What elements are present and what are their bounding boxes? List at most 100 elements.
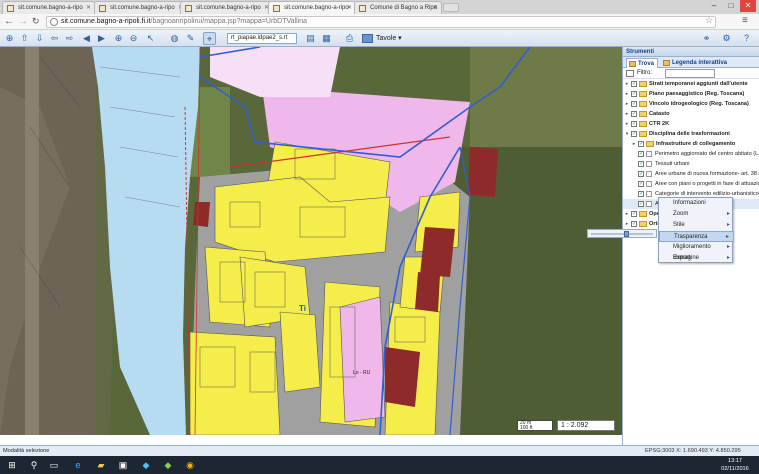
bookmark-star-icon[interactable]: ☆ [705,15,713,26]
tree-row[interactable]: ▾ ✓ Disciplina delle trasformazioni [623,129,759,139]
tab-close-icon[interactable]: ✕ [86,2,91,14]
expand-icon[interactable]: ▸ [624,81,630,87]
scale-input[interactable]: 1 : 2.092 [557,420,615,431]
expand-icon[interactable]: ▸ [624,121,630,127]
tree-row[interactable]: ▸ ✓ CTR 2K [623,119,759,129]
collapse-icon[interactable]: ▾ [624,131,630,137]
browser-tab-3[interactable]: sit.comune.bagno-a-ripo ✕ [180,1,273,14]
checkbox[interactable]: ✓ [631,91,637,97]
expand-icon[interactable]: ▸ [624,91,630,97]
tree-row[interactable]: ▸ ✓ Strati temporanei aggiunti dall'utente [623,79,759,89]
maximize-button[interactable]: □ [723,0,739,12]
app-icon[interactable]: ◆ [140,459,152,471]
chrome-menu-icon[interactable]: ≡ [742,15,748,26]
checkbox[interactable]: ✓ [631,101,637,107]
filter-icon[interactable]: ▦ [320,32,333,45]
tavole-menu[interactable]: Tavole ▾ [362,33,402,44]
tree-row[interactable]: ✓ Aree urbane di nuova formazione- art. 3… [623,169,759,179]
search-icon[interactable]: ⚲ [28,459,40,471]
link-icon[interactable]: ⚭ [700,32,713,45]
store-icon[interactable]: ▣ [117,459,129,471]
chrome-icon[interactable]: ◉ [184,459,196,471]
back-icon[interactable]: ← [4,15,14,28]
new-tab-button[interactable] [443,3,459,12]
zoom-previous-icon[interactable]: ◀ [80,32,93,45]
tab-close-icon[interactable]: ✕ [433,2,438,14]
page-info-icon[interactable] [50,18,58,26]
expand-icon[interactable]: ▸ [624,101,630,107]
tab-trova[interactable]: Trova [626,58,659,68]
browser-tab-5[interactable]: Comune di Bagno a Ripo ✕ [354,1,442,14]
select-arrow-icon[interactable]: ↖ [144,32,157,45]
app-icon[interactable]: ◆ [162,459,174,471]
pan-right-icon[interactable]: ⇨ [63,32,76,45]
zoom-next-icon[interactable]: ▶ [95,32,108,45]
filter-input[interactable] [665,69,715,78]
checkbox[interactable]: ✓ [638,201,644,207]
pan-down-icon[interactable]: ⇩ [33,32,46,45]
checkbox[interactable]: ✓ [638,141,644,147]
checkbox[interactable]: ✓ [638,171,644,177]
menu-item-export[interactable]: Export ▸ [659,253,734,264]
menu-item-stile[interactable]: Stile ▸ [659,220,734,231]
reload-icon[interactable]: ↻ [32,15,40,28]
checkbox[interactable]: ✓ [631,121,637,127]
query-icon[interactable]: ▤ [304,32,317,45]
print-icon[interactable]: ⎙ [343,32,356,45]
slider-thumb[interactable] [624,231,629,237]
help-icon[interactable]: ? [740,32,753,45]
transparency-slider[interactable] [587,229,657,238]
tab-legenda[interactable]: Legenda interattiva [661,58,727,68]
close-window-button[interactable]: ✕ [740,0,756,12]
measure-icon[interactable]: ✎ [184,32,197,45]
checkbox[interactable]: ✓ [638,161,644,167]
checkbox[interactable]: ✓ [631,81,637,87]
zoom-out-icon[interactable]: ⊖ [127,32,140,45]
expand-icon[interactable]: ▸ [624,211,630,217]
identify-icon[interactable]: ⌖ [203,32,216,45]
forward-icon[interactable]: → [18,15,28,28]
menu-item-zoom[interactable]: Zoom ▸ [659,209,734,220]
start-icon[interactable]: ⊞ [6,459,18,471]
layer-select[interactable]: rt_piapae.idpae2_s.rt [227,33,297,44]
expand-icon[interactable]: ▸ [631,141,637,147]
checkbox[interactable]: ✓ [638,191,644,197]
globe-icon[interactable]: ◍ [168,32,181,45]
menu-item-informazioni[interactable]: Informazioni [659,198,734,209]
panel-title: Strumenti [623,47,759,57]
tree-row[interactable]: ▸ ✓ Vincolo idrogeologico (Reg. Toscana) [623,99,759,109]
checkbox[interactable]: ✓ [631,211,637,217]
full-extent-icon[interactable]: ⊕ [3,32,16,45]
checkbox[interactable]: ✓ [631,131,637,137]
map-canvas[interactable]: Ti Lo - RU 20 m 100 ft 1 : 2.092 [0,47,622,435]
tree-row[interactable]: ▸ ✓ Catasto [623,109,759,119]
file-explorer-icon[interactable]: ▰ [95,459,107,471]
tree-row[interactable]: ✓ Perimetro aggiornato del centro abitato… [623,149,759,159]
menu-item-trasparenza[interactable]: Trasparenza ▸ [659,231,734,242]
zoom-in-icon[interactable]: ⊕ [112,32,125,45]
browser-tab-1[interactable]: sit.comune.bagno-a-ripo ✕ [2,1,95,14]
browser-tab-4[interactable]: sit.comune.bagno-a-ripo ✕ [268,1,356,14]
pan-left-icon[interactable]: ⇦ [48,32,61,45]
edge-icon[interactable]: e [72,459,84,471]
menu-item-miglioramento-immagine[interactable]: Miglioramento immagine ▸ [659,242,734,261]
settings-icon[interactable]: ⚙ [720,32,733,45]
tree-row[interactable]: ✓ Tessuti urbani [623,159,759,169]
tree-row[interactable]: ✓ Aree con piani o progetti in fase di at… [623,179,759,189]
minimize-button[interactable]: – [706,0,722,12]
url-field[interactable]: sit.comune.bagno-a-ripoli.fi.it/bagnoanr… [46,16,716,28]
checkbox[interactable]: ✓ [631,111,637,117]
tab-close-icon[interactable]: ✕ [347,2,352,14]
checkbox[interactable]: ✓ [631,221,637,227]
expand-icon[interactable]: ▸ [624,221,630,227]
expand-icon[interactable]: ▸ [624,111,630,117]
browser-tab-2[interactable]: sit.comune.bagno-a-ripo✕ [94,1,187,14]
task-view-icon[interactable]: ▭ [48,459,60,471]
checkbox[interactable]: ✓ [638,151,644,157]
status-mode: Modalità selezione [3,448,50,454]
tree-row[interactable]: ▸ ✓ Piano paesaggistico (Reg. Toscana) [623,89,759,99]
tree-row[interactable]: ▸ ✓ Infrastrutture di collegamento [623,139,759,149]
taskbar-clock[interactable]: 13:17 02/11/2016 [715,457,755,473]
checkbox[interactable]: ✓ [638,181,644,187]
pan-up-icon[interactable]: ⇧ [18,32,31,45]
